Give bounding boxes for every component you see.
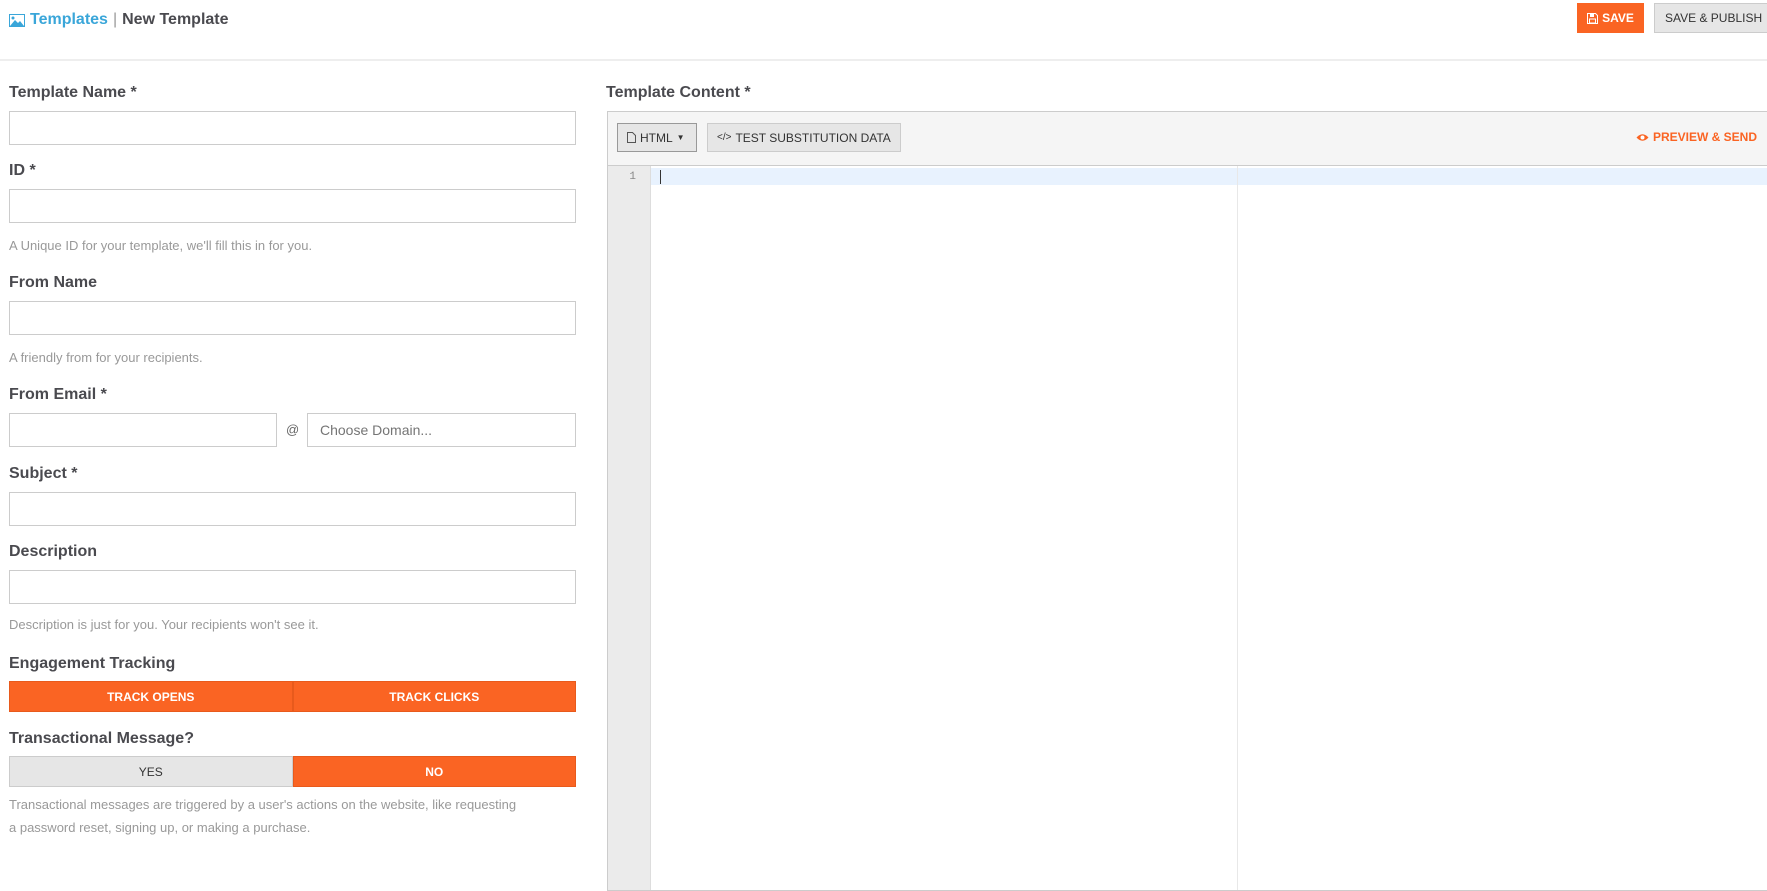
save-label: SAVE bbox=[1602, 11, 1634, 25]
page-title: New Template bbox=[122, 11, 229, 28]
transactional-label: Transactional Message? bbox=[9, 730, 194, 747]
transactional-toggle: YES NO bbox=[9, 756, 576, 787]
caret-down-icon: ▼ bbox=[676, 133, 685, 142]
format-label: HTML bbox=[640, 130, 673, 145]
breadcrumb-separator: | bbox=[112, 11, 118, 28]
save-button[interactable]: SAVE bbox=[1577, 3, 1644, 33]
id-input[interactable] bbox=[9, 189, 576, 223]
preview-label: PREVIEW & SEND bbox=[1653, 130, 1758, 144]
from-email-label: From Email * bbox=[9, 386, 107, 403]
from-name-help: A friendly from for your recipients. bbox=[9, 350, 203, 365]
at-sign: @ bbox=[286, 422, 300, 437]
image-icon bbox=[9, 13, 25, 27]
header-divider bbox=[0, 59, 1767, 61]
transactional-help-line2: a password reset, signing up, or making … bbox=[9, 820, 311, 835]
save-publish-button[interactable]: SAVE & PUBLISH bbox=[1654, 3, 1767, 33]
from-name-input[interactable] bbox=[9, 301, 576, 335]
breadcrumb-templates-link[interactable]: Templates bbox=[30, 11, 108, 29]
breadcrumb: Templates | New Template bbox=[9, 11, 229, 29]
id-help: A Unique ID for your template, we'll fil… bbox=[9, 238, 313, 253]
test-substitution-data-button[interactable]: </> TEST SUBSTITUTION DATA bbox=[707, 123, 901, 152]
print-margin bbox=[1237, 166, 1238, 890]
description-label: Description bbox=[9, 543, 98, 560]
template-name-input[interactable] bbox=[9, 111, 576, 145]
file-code-icon bbox=[627, 132, 636, 143]
domain-select[interactable] bbox=[307, 413, 576, 447]
from-name-label: From Name bbox=[9, 274, 98, 291]
format-dropdown[interactable]: HTML ▼ bbox=[617, 123, 697, 152]
test-data-label: TEST SUBSTITUTION DATA bbox=[735, 130, 891, 145]
eye-icon bbox=[1636, 133, 1649, 141]
description-help: Description is just for you. Your recipi… bbox=[9, 617, 319, 632]
preview-send-button[interactable]: PREVIEW & SEND bbox=[1636, 130, 1757, 144]
template-content-label: Template Content * bbox=[606, 84, 751, 101]
line-gutter: 1 bbox=[608, 166, 651, 890]
active-line[interactable] bbox=[651, 168, 1767, 185]
engagement-label: Engagement Tracking bbox=[9, 655, 176, 672]
description-input[interactable] bbox=[9, 570, 576, 604]
subject-input[interactable] bbox=[9, 492, 576, 526]
id-label: ID * bbox=[9, 162, 36, 179]
template-name-label: Template Name * bbox=[9, 84, 137, 101]
editor-toolbar: HTML ▼ </> TEST SUBSTITUTION DATA PREVIE… bbox=[608, 112, 1767, 166]
transactional-no-button[interactable]: NO bbox=[292, 756, 576, 787]
from-email-local-input[interactable] bbox=[9, 413, 277, 447]
transactional-yes-button[interactable]: YES bbox=[9, 756, 293, 787]
track-opens-button[interactable]: TRACK OPENS bbox=[9, 681, 293, 712]
track-clicks-button[interactable]: TRACK CLICKS bbox=[292, 681, 576, 712]
text-cursor bbox=[660, 170, 661, 184]
code-icon: </> bbox=[717, 132, 732, 143]
line-number: 1 bbox=[629, 171, 636, 183]
engagement-toggle: TRACK OPENS TRACK CLICKS bbox=[9, 681, 576, 712]
code-editor: HTML ▼ </> TEST SUBSTITUTION DATA PREVIE… bbox=[607, 111, 1767, 891]
floppy-disk-icon bbox=[1587, 12, 1599, 24]
transactional-help-line1: Transactional messages are triggered by … bbox=[9, 797, 517, 812]
subject-label: Subject * bbox=[9, 465, 78, 482]
